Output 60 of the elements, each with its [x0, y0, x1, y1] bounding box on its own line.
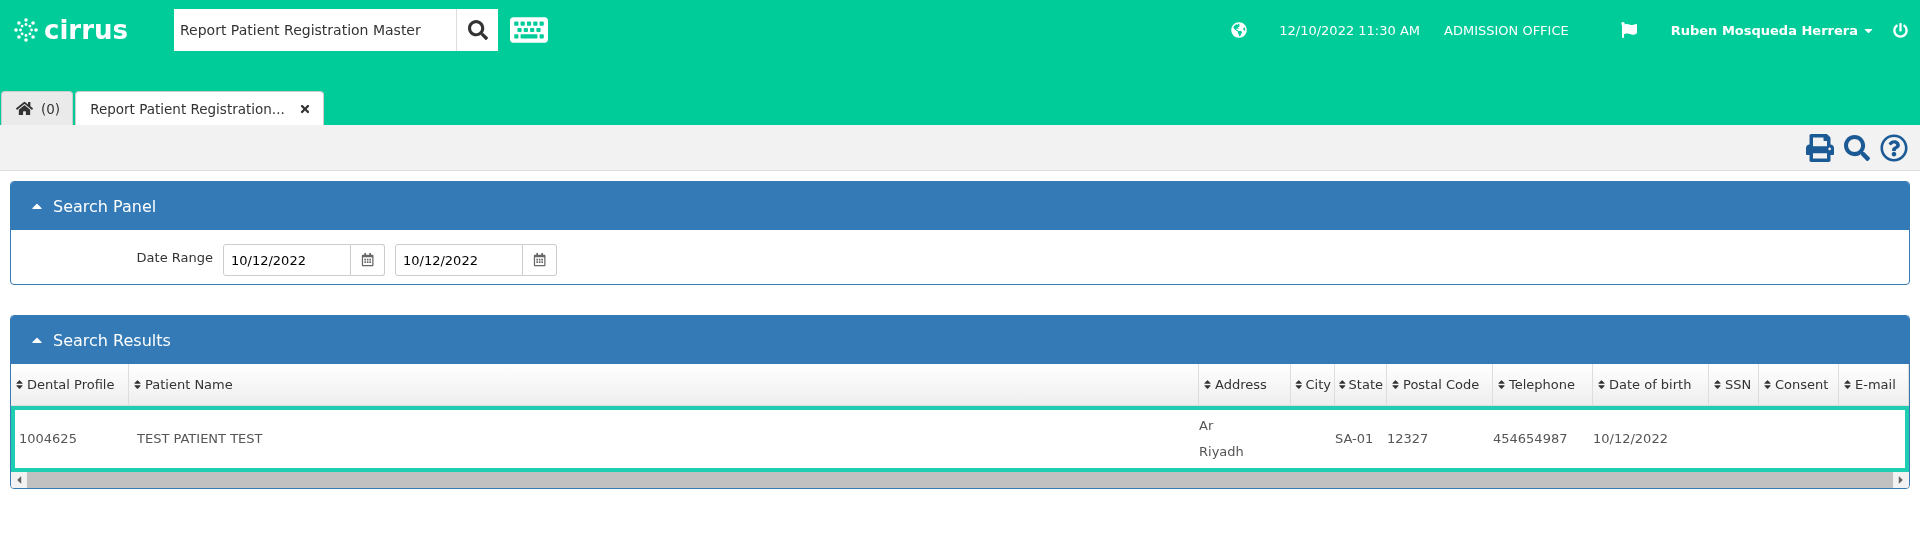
table-cell-text: 12327: [1386, 430, 1430, 448]
search-button[interactable]: [456, 9, 498, 51]
search-icon: [467, 20, 488, 40]
sort-icon: [1712, 379, 1723, 390]
logo-icon: [14, 18, 38, 42]
column-header[interactable]: Address: [1199, 364, 1291, 405]
panel-header[interactable]: Search Results: [11, 316, 1909, 364]
panel-header[interactable]: Search Panel: [11, 182, 1909, 230]
column-header[interactable]: State: [1335, 364, 1387, 405]
sort-icon: [1202, 379, 1213, 390]
column-header[interactable]: City: [1291, 364, 1335, 405]
sort-icon: [14, 379, 25, 390]
table-cell-text: TEST PATIENT TEST: [136, 430, 264, 448]
column-header[interactable]: Telephone: [1493, 364, 1593, 405]
tab[interactable]: (0): [1, 91, 74, 125]
table-cell-text: 1004625: [18, 430, 78, 448]
date-field[interactable]: 10/12/2022: [395, 244, 523, 276]
sort-icon: [1390, 379, 1401, 390]
panel-title: Search Results: [53, 330, 171, 350]
tab-label: Report Patient Registration...: [90, 100, 285, 117]
table-row[interactable]: 1004625 TEST PATIENT TEST Ar Riyadh SA-01 12327 454654987 10/12/2022: [11, 406, 1909, 472]
search-field[interactable]: Report Patient Registration Master: [174, 9, 456, 51]
sort-icon: [1496, 379, 1507, 390]
column-header[interactable]: SSN: [1709, 364, 1759, 405]
search-icon[interactable]: [1844, 134, 1870, 161]
date-time: 12/10/2022 11:30 AM: [1279, 22, 1420, 38]
home-icon: [16, 100, 33, 117]
calendar-button[interactable]: [351, 244, 385, 276]
table-cell-text: Ar Riyadh: [1198, 417, 1245, 461]
column-header[interactable]: Postal Code: [1387, 364, 1493, 405]
column-header[interactable]: Patient Name: [129, 364, 1199, 405]
help-icon[interactable]: [1880, 133, 1908, 162]
column-header[interactable]: E-mail: [1839, 364, 1909, 405]
sort-icon: [132, 379, 143, 390]
sort-icon: [1762, 379, 1773, 390]
column-header[interactable]: Consent: [1759, 364, 1839, 405]
table-cell-text: 10/12/2022: [1592, 430, 1669, 448]
scroll-right-button[interactable]: [1893, 472, 1909, 488]
panel-title: Search Panel: [53, 196, 157, 216]
print-icon[interactable]: [1806, 133, 1834, 162]
logo-text: cirrus: [44, 15, 128, 45]
calendar-icon: [532, 253, 547, 267]
table-cell-text: 454654987: [1492, 430, 1569, 448]
calendar-icon: [360, 253, 375, 267]
tab-label: (0): [41, 100, 61, 117]
field-label: Date Range: [135, 249, 213, 265]
column-header[interactable]: Dental Profile: [11, 364, 129, 405]
date-field[interactable]: 10/12/2022: [223, 244, 351, 276]
sort-icon: [1338, 379, 1347, 390]
column-header[interactable]: Date of birth: [1593, 364, 1709, 405]
office-name: ADMISSION OFFICE: [1444, 22, 1569, 38]
scroll-left-button[interactable]: [11, 472, 27, 488]
tab[interactable]: Report Patient Registration...: [75, 91, 324, 125]
scrollbar[interactable]: [11, 472, 1909, 488]
sort-icon: [1294, 379, 1304, 390]
table-cell-text: SA-01: [1334, 430, 1375, 448]
close-icon[interactable]: [298, 102, 311, 115]
calendar-button[interactable]: [523, 244, 557, 276]
sort-icon: [1842, 379, 1853, 390]
sort-icon: [1596, 379, 1607, 390]
